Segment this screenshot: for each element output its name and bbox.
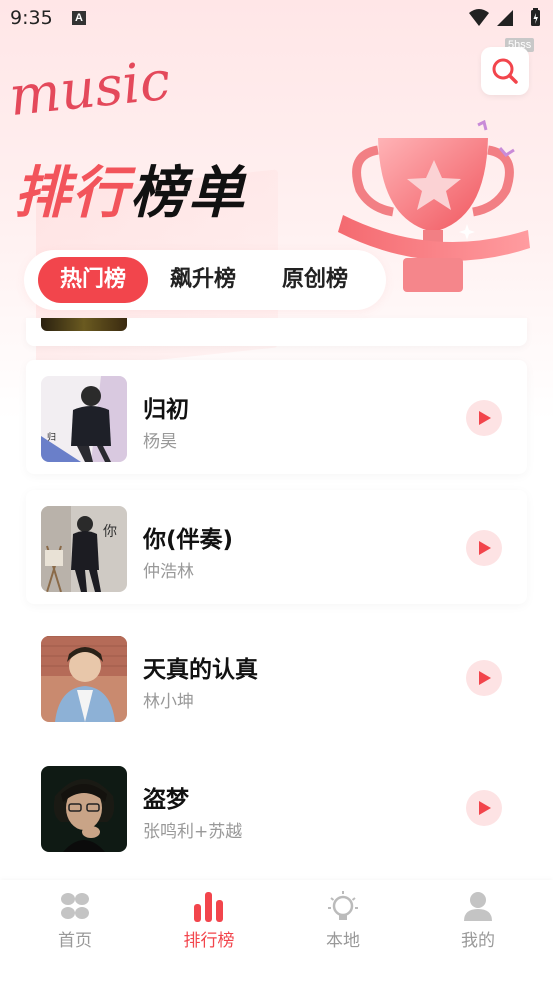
tab-rising[interactable]: 飙升榜: [150, 257, 256, 303]
song-row[interactable]: 天真的认真 林小坤: [26, 620, 527, 734]
nav-label: 首页: [58, 931, 92, 951]
song-title: 天真的认真: [143, 657, 258, 683]
bar-chart-icon: [194, 892, 223, 922]
svg-text:归: 归: [47, 431, 56, 443]
song-row[interactable]: 归 归初 杨昊: [26, 360, 527, 474]
search-icon: [492, 58, 518, 84]
play-icon: [479, 411, 491, 425]
svg-text:你: 你: [103, 524, 117, 540]
status-bar: 9:35 A: [0, 0, 553, 36]
nav-mine[interactable]: 我的: [428, 890, 528, 970]
tab-original[interactable]: 原创榜: [262, 257, 368, 303]
search-button[interactable]: [481, 47, 529, 95]
logo-text: music: [8, 58, 173, 128]
play-button[interactable]: [466, 400, 502, 436]
system-icons: [467, 8, 543, 28]
nav-local[interactable]: 本地: [293, 890, 393, 970]
page-title-part2: 榜单: [130, 161, 246, 226]
user-icon: [464, 892, 492, 921]
page-title: 排行榜单: [14, 158, 246, 230]
lightbulb-icon: [328, 891, 358, 920]
chart-tabs: 热门榜 飙升榜 原创榜: [24, 250, 386, 310]
play-icon: [479, 541, 491, 555]
album-cover: 你: [41, 506, 127, 592]
song-title: 你(伴奏): [143, 527, 234, 553]
song-artist: 林小坤: [143, 692, 194, 712]
nav-label: 排行榜: [183, 931, 235, 951]
play-icon: [479, 801, 491, 815]
album-cover: 归: [41, 376, 127, 462]
tab-hot[interactable]: 热门榜: [38, 257, 148, 303]
music-logo: music: [6, 49, 188, 142]
song-title: 归初: [143, 397, 189, 423]
nav-label: 我的: [461, 931, 495, 951]
nav-home[interactable]: 首页: [25, 890, 125, 970]
song-title: 盗梦: [143, 787, 189, 813]
nav-charts[interactable]: 排行榜: [159, 890, 259, 970]
page-title-part1: 排行: [14, 161, 130, 226]
nav-label: 本地: [326, 931, 360, 951]
wifi-icon: [469, 9, 489, 26]
song-artist: 张鸣利+苏越: [143, 822, 243, 842]
battery-icon: [531, 8, 540, 26]
album-cover: [41, 636, 127, 722]
list-item-partial[interactable]: [26, 318, 527, 346]
album-cover: [41, 766, 127, 852]
song-row[interactable]: 你 你(伴奏) 仲浩林: [26, 490, 527, 604]
song-artist: 仲浩林: [143, 562, 194, 582]
play-button[interactable]: [466, 660, 502, 696]
play-button[interactable]: [466, 790, 502, 826]
notification-a-icon: A: [72, 11, 86, 25]
album-cover: [41, 318, 127, 331]
play-button[interactable]: [466, 530, 502, 566]
song-artist: 杨昊: [143, 432, 177, 452]
signal-icon: [497, 10, 513, 26]
grid-icon: [61, 893, 89, 919]
status-time: 9:35: [10, 7, 53, 29]
play-icon: [479, 671, 491, 685]
song-row[interactable]: 盗梦 张鸣利+苏越: [26, 750, 527, 864]
bottom-navigation: 首页 排行榜 本地 我的: [0, 880, 553, 984]
